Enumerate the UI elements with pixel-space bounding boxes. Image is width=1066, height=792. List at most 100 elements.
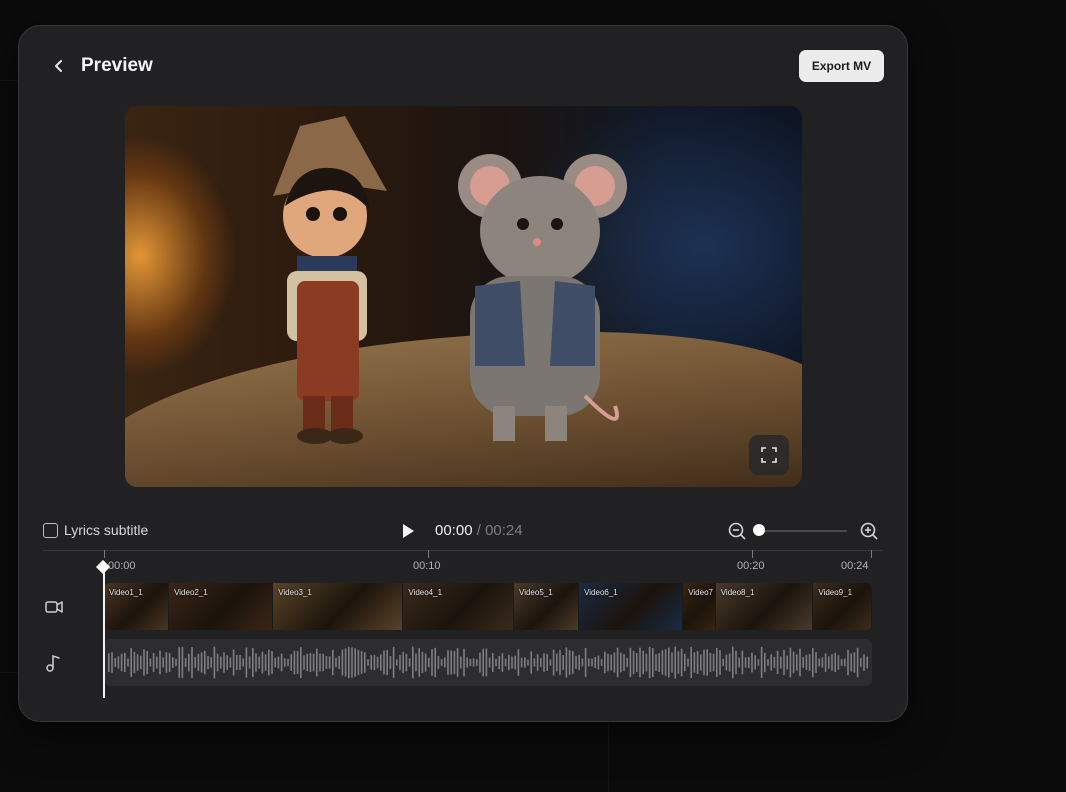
waveform-bar <box>168 653 171 672</box>
waveform-bar <box>600 659 603 666</box>
video-clip[interactable]: Video1_1 <box>104 583 170 630</box>
waveform-bar <box>184 657 187 668</box>
waveform-bar <box>274 657 276 668</box>
waveform-bar <box>716 648 718 677</box>
waveform-bar <box>709 652 712 673</box>
waveform-bar <box>296 651 299 674</box>
waveform-bar <box>460 656 462 669</box>
waveform-bar <box>626 657 628 668</box>
waveform-bar <box>808 654 811 671</box>
waveform-bar <box>463 648 465 677</box>
waveform-bar <box>840 659 843 666</box>
audio-track[interactable] <box>104 639 872 686</box>
waveform-bar <box>620 652 622 673</box>
video-clip[interactable]: Video2_1 <box>169 583 274 630</box>
waveform-bar <box>364 652 366 673</box>
waveform-bar <box>290 654 292 671</box>
waveform-bar <box>319 653 321 672</box>
waveform-bar <box>591 658 593 667</box>
zoom-slider-track[interactable] <box>759 530 847 532</box>
video-clip[interactable]: Video8_1 <box>715 583 814 630</box>
play-icon[interactable] <box>399 522 417 540</box>
back-button[interactable] <box>47 54 71 78</box>
waveform-bar <box>264 654 267 671</box>
waveform-bar <box>581 658 584 667</box>
waveform-bar <box>546 654 548 671</box>
zoom-in-icon[interactable] <box>859 521 879 541</box>
waveform-bar <box>645 653 648 672</box>
video-clip[interactable]: Video5_1 <box>514 583 580 630</box>
waveform-bar <box>348 646 350 679</box>
video-clip-label: Video4_1 <box>408 588 443 597</box>
ruler-label: 00:10 <box>413 560 441 572</box>
waveform-bar <box>376 656 379 669</box>
waveform-bar <box>440 659 443 666</box>
waveform-bar <box>549 659 552 666</box>
chevron-left-icon <box>55 60 62 72</box>
waveform-bar <box>568 650 571 675</box>
waveform-bar <box>162 657 164 668</box>
audio-waveform <box>108 646 868 679</box>
waveform-bar <box>668 647 670 678</box>
zoom-slider-handle[interactable] <box>753 524 765 536</box>
zoom-out-icon[interactable] <box>727 521 747 541</box>
waveform-bar <box>498 655 500 670</box>
waveform-bar <box>543 653 545 672</box>
video-clip[interactable]: Video6_1 <box>579 583 684 630</box>
playhead-line[interactable] <box>103 566 105 698</box>
waveform-bar <box>671 652 673 673</box>
waveform-bar <box>610 654 612 671</box>
waveform-bar <box>824 653 827 672</box>
waveform-bar <box>725 654 728 671</box>
waveform-bar <box>200 652 203 673</box>
video-clip[interactable]: Video7 <box>683 583 716 630</box>
video-clip-label: Video6_1 <box>584 588 618 597</box>
video-clip[interactable]: Video4_1 <box>403 583 514 630</box>
waveform-bar <box>178 647 180 678</box>
waveform-bar <box>828 656 830 669</box>
waveform-bar <box>732 646 734 679</box>
lyrics-checkbox[interactable] <box>43 522 58 538</box>
waveform-bar <box>383 650 385 675</box>
lyrics-subtitle-toggle[interactable]: Lyrics subtitle <box>43 522 148 538</box>
waveform-bar <box>127 658 129 667</box>
waveform-bar <box>325 656 328 669</box>
waveform-bar <box>738 657 740 668</box>
waveform-bar <box>421 651 424 674</box>
waveform-bar <box>341 649 344 676</box>
waveform-bar <box>152 653 155 672</box>
waveform-bar <box>815 652 817 673</box>
export-mv-button[interactable]: Export MV <box>799 50 884 82</box>
waveform-bar <box>108 653 110 672</box>
waveform-bar <box>799 648 801 677</box>
waveform-bar <box>479 652 481 673</box>
waveform-bar <box>207 655 209 670</box>
waveform-bar <box>472 658 475 667</box>
waveform-bar <box>783 649 785 676</box>
waveform-bar <box>322 653 324 672</box>
waveform-bar <box>396 659 398 666</box>
waveform-bar <box>552 649 555 676</box>
video-clip[interactable]: Video3_1 <box>273 583 404 630</box>
waveform-bar <box>652 647 654 678</box>
video-track[interactable]: Video1_1 Video2_1 Video3_1 Video4_1 Video5_1… <box>104 583 872 630</box>
fullscreen-button[interactable] <box>749 435 789 475</box>
video-clip[interactable]: Video9_1 <box>813 583 872 630</box>
lyrics-label: Lyrics subtitle <box>64 522 149 538</box>
video-preview[interactable] <box>125 106 802 487</box>
waveform-bar <box>444 657 446 668</box>
waveform-bar <box>812 647 814 678</box>
waveform-bar <box>492 653 494 672</box>
waveform-bar <box>700 654 702 671</box>
waveform-bar <box>248 656 251 669</box>
video-clip-label: Video8_1 <box>720 588 755 597</box>
waveform-bar <box>504 658 507 667</box>
waveform-bar <box>789 647 792 678</box>
waveform-bar <box>584 648 587 677</box>
waveform-bar <box>415 653 417 672</box>
waveform-bar <box>754 655 756 670</box>
waveform-bar <box>623 654 625 671</box>
waveform-bar <box>280 653 283 672</box>
waveform-bar <box>687 658 689 667</box>
waveform-bar <box>780 656 782 669</box>
